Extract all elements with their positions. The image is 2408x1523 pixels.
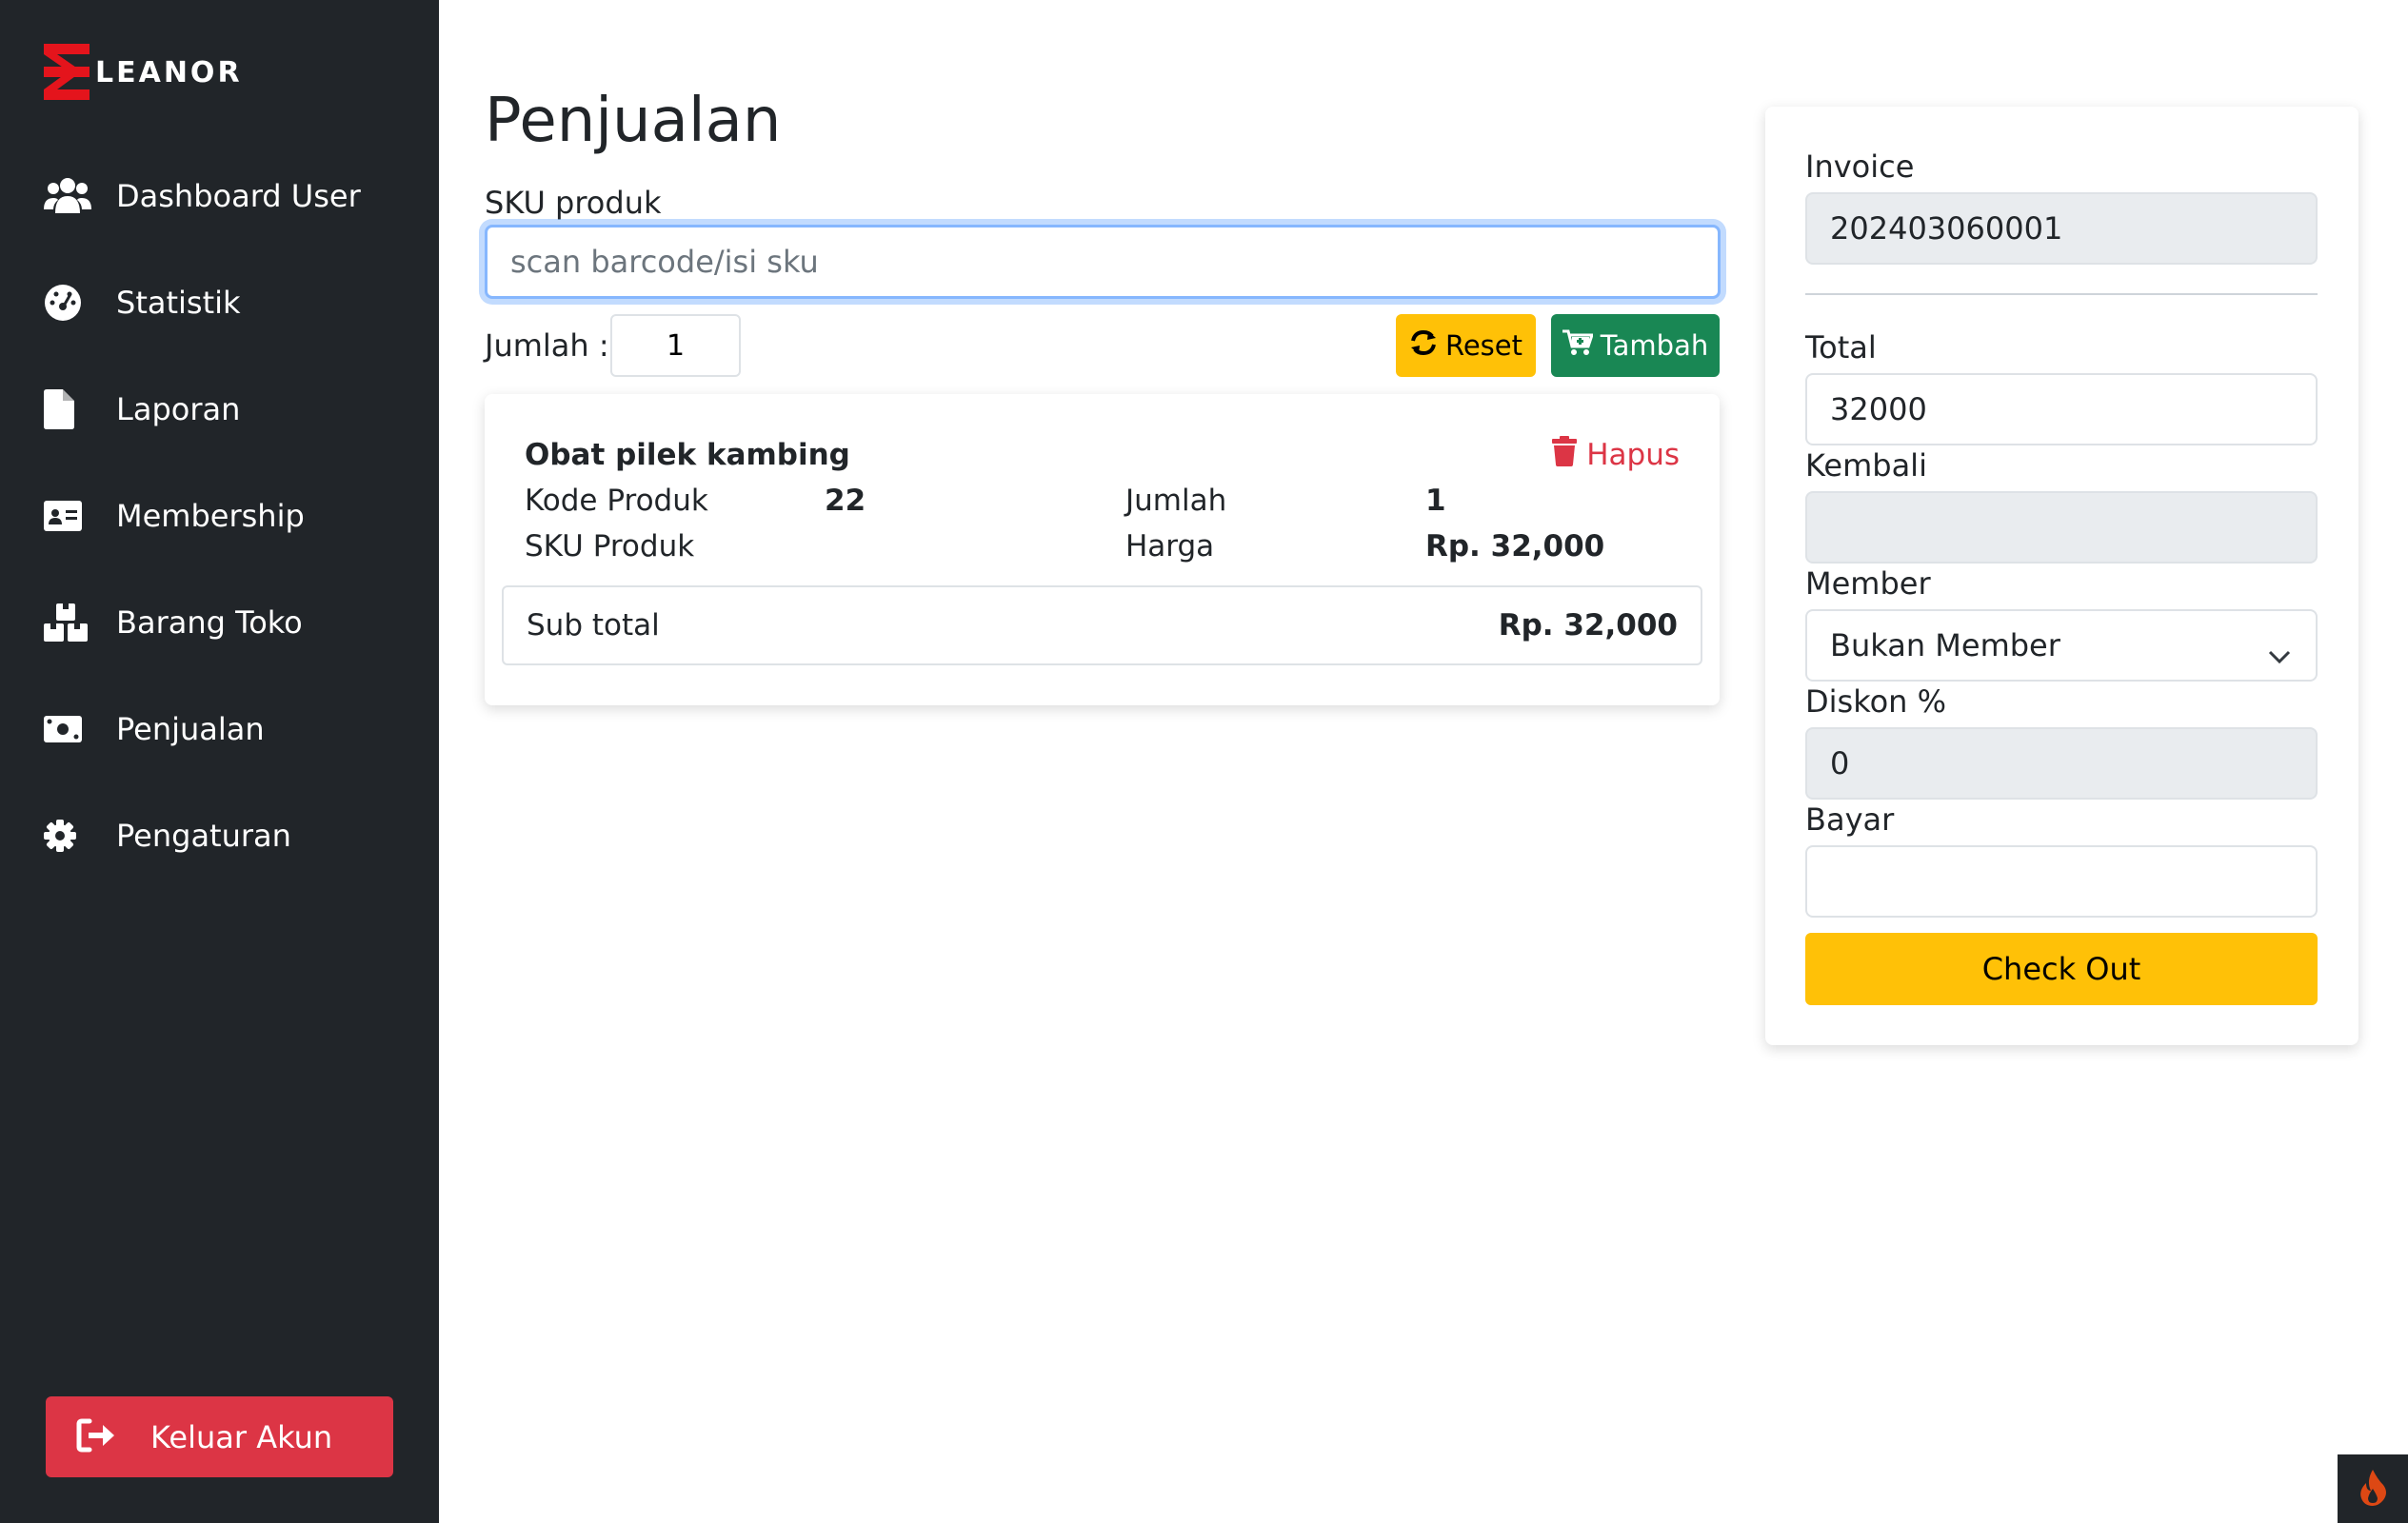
file-icon [44, 388, 93, 430]
jumlah-value: 1 [1425, 484, 1446, 518]
users-icon [44, 175, 93, 217]
reset-label: Reset [1444, 329, 1522, 362]
hapus-label: Hapus [1586, 438, 1680, 472]
brand-logo[interactable]: LEANOR [44, 44, 243, 101]
sidebar-item-pengaturan[interactable]: Pengaturan [0, 782, 439, 889]
sidebar-item-statistik[interactable]: Statistik [0, 249, 439, 356]
total-field[interactable]: 32000 [1805, 373, 2318, 445]
add-to-cart-button[interactable]: Tambah [1551, 314, 1720, 377]
sidebar-item-label: Pengaturan [116, 818, 291, 854]
sku-label: SKU produk [485, 185, 662, 221]
delete-item-button[interactable]: Hapus [1552, 436, 1680, 474]
sidebar-item-penjualan[interactable]: Penjualan [0, 676, 439, 782]
sidebar-item-label: Statistik [116, 285, 241, 321]
member-value: Bukan Member [1830, 627, 2060, 663]
subtotal-value: Rp. 32,000 [1498, 608, 1678, 643]
invoice-label: Invoice [1805, 148, 1915, 185]
sidebar-item-label: Laporan [116, 391, 241, 427]
diskon-label: Diskon % [1805, 683, 1947, 720]
debug-toolbar-button[interactable] [2338, 1454, 2408, 1523]
sidebar-item-label: Membership [116, 498, 305, 534]
harga-label: Harga [1125, 529, 1215, 564]
invoice-field: 202403060001 [1805, 192, 2318, 265]
reset-button[interactable]: Reset [1396, 314, 1536, 377]
subtotal-row: Sub total Rp. 32,000 [502, 585, 1702, 665]
sidebar-item-label: Dashboard User [116, 178, 361, 214]
invoice-panel: Invoice 202403060001 Total 32000 Kembali… [1765, 107, 2358, 1045]
sku-produk-label: SKU Produk [525, 529, 695, 564]
bayar-label: Bayar [1805, 801, 1895, 838]
member-label: Member [1805, 565, 1931, 602]
member-select[interactable]: Bukan Member [1805, 609, 2318, 682]
trash-icon [1552, 436, 1586, 474]
refresh-icon [1409, 329, 1445, 363]
chevron-down-icon [2268, 636, 2291, 672]
diskon-value: 0 [1830, 745, 1850, 781]
sidebar-item-membership[interactable]: Membership [0, 463, 439, 569]
item-name: Obat pilek kambing [525, 438, 850, 472]
sidebar-item-label: Barang Toko [116, 604, 303, 641]
logout-label: Keluar Akun [150, 1418, 333, 1455]
checkout-label: Check Out [1981, 951, 2141, 987]
boxes-icon [44, 602, 93, 643]
flame-icon [2357, 1468, 2389, 1510]
logo-mark-icon [44, 44, 93, 101]
brand-name: LEANOR [95, 55, 243, 89]
total-value: 32000 [1830, 391, 1927, 427]
quantity-input[interactable] [610, 314, 741, 377]
cart-item-card: Obat pilek kambing Hapus Kode Produk 22 … [485, 394, 1720, 705]
sidebar: LEANOR Dashboard User Statistik Laporan … [0, 0, 439, 1523]
kembali-label: Kembali [1805, 447, 1927, 484]
discount-field: 0 [1805, 727, 2318, 800]
page-title: Penjualan [485, 86, 782, 156]
sidebar-item-dashboard-user[interactable]: Dashboard User [0, 143, 439, 249]
change-field [1805, 491, 2318, 564]
checkout-button[interactable]: Check Out [1805, 933, 2318, 1005]
kode-produk-label: Kode Produk [525, 484, 708, 518]
tambah-label: Tambah [1600, 329, 1709, 362]
money-icon [44, 708, 93, 750]
jumlah-label: Jumlah [1125, 484, 1227, 518]
sidebar-item-laporan[interactable]: Laporan [0, 356, 439, 463]
sidebar-item-barang-toko[interactable]: Barang Toko [0, 569, 439, 676]
sidebar-nav: Dashboard User Statistik Laporan Members… [0, 143, 439, 889]
total-label: Total [1805, 329, 1877, 366]
payment-input[interactable] [1805, 845, 2318, 918]
jumlah-label: Jumlah : [485, 327, 609, 364]
sku-input[interactable] [485, 225, 1721, 299]
gauge-icon [44, 282, 93, 324]
cart-plus-icon [1562, 329, 1601, 363]
sidebar-item-label: Penjualan [116, 711, 265, 747]
sign-out-icon [76, 1418, 116, 1456]
gear-icon [44, 815, 93, 857]
kode-produk-value: 22 [825, 484, 866, 518]
divider [1805, 293, 2318, 295]
id-card-icon [44, 495, 93, 537]
invoice-value: 202403060001 [1830, 210, 2063, 247]
subtotal-label: Sub total [527, 608, 660, 643]
logout-button[interactable]: Keluar Akun [46, 1396, 393, 1477]
harga-value: Rp. 32,000 [1425, 529, 1605, 564]
